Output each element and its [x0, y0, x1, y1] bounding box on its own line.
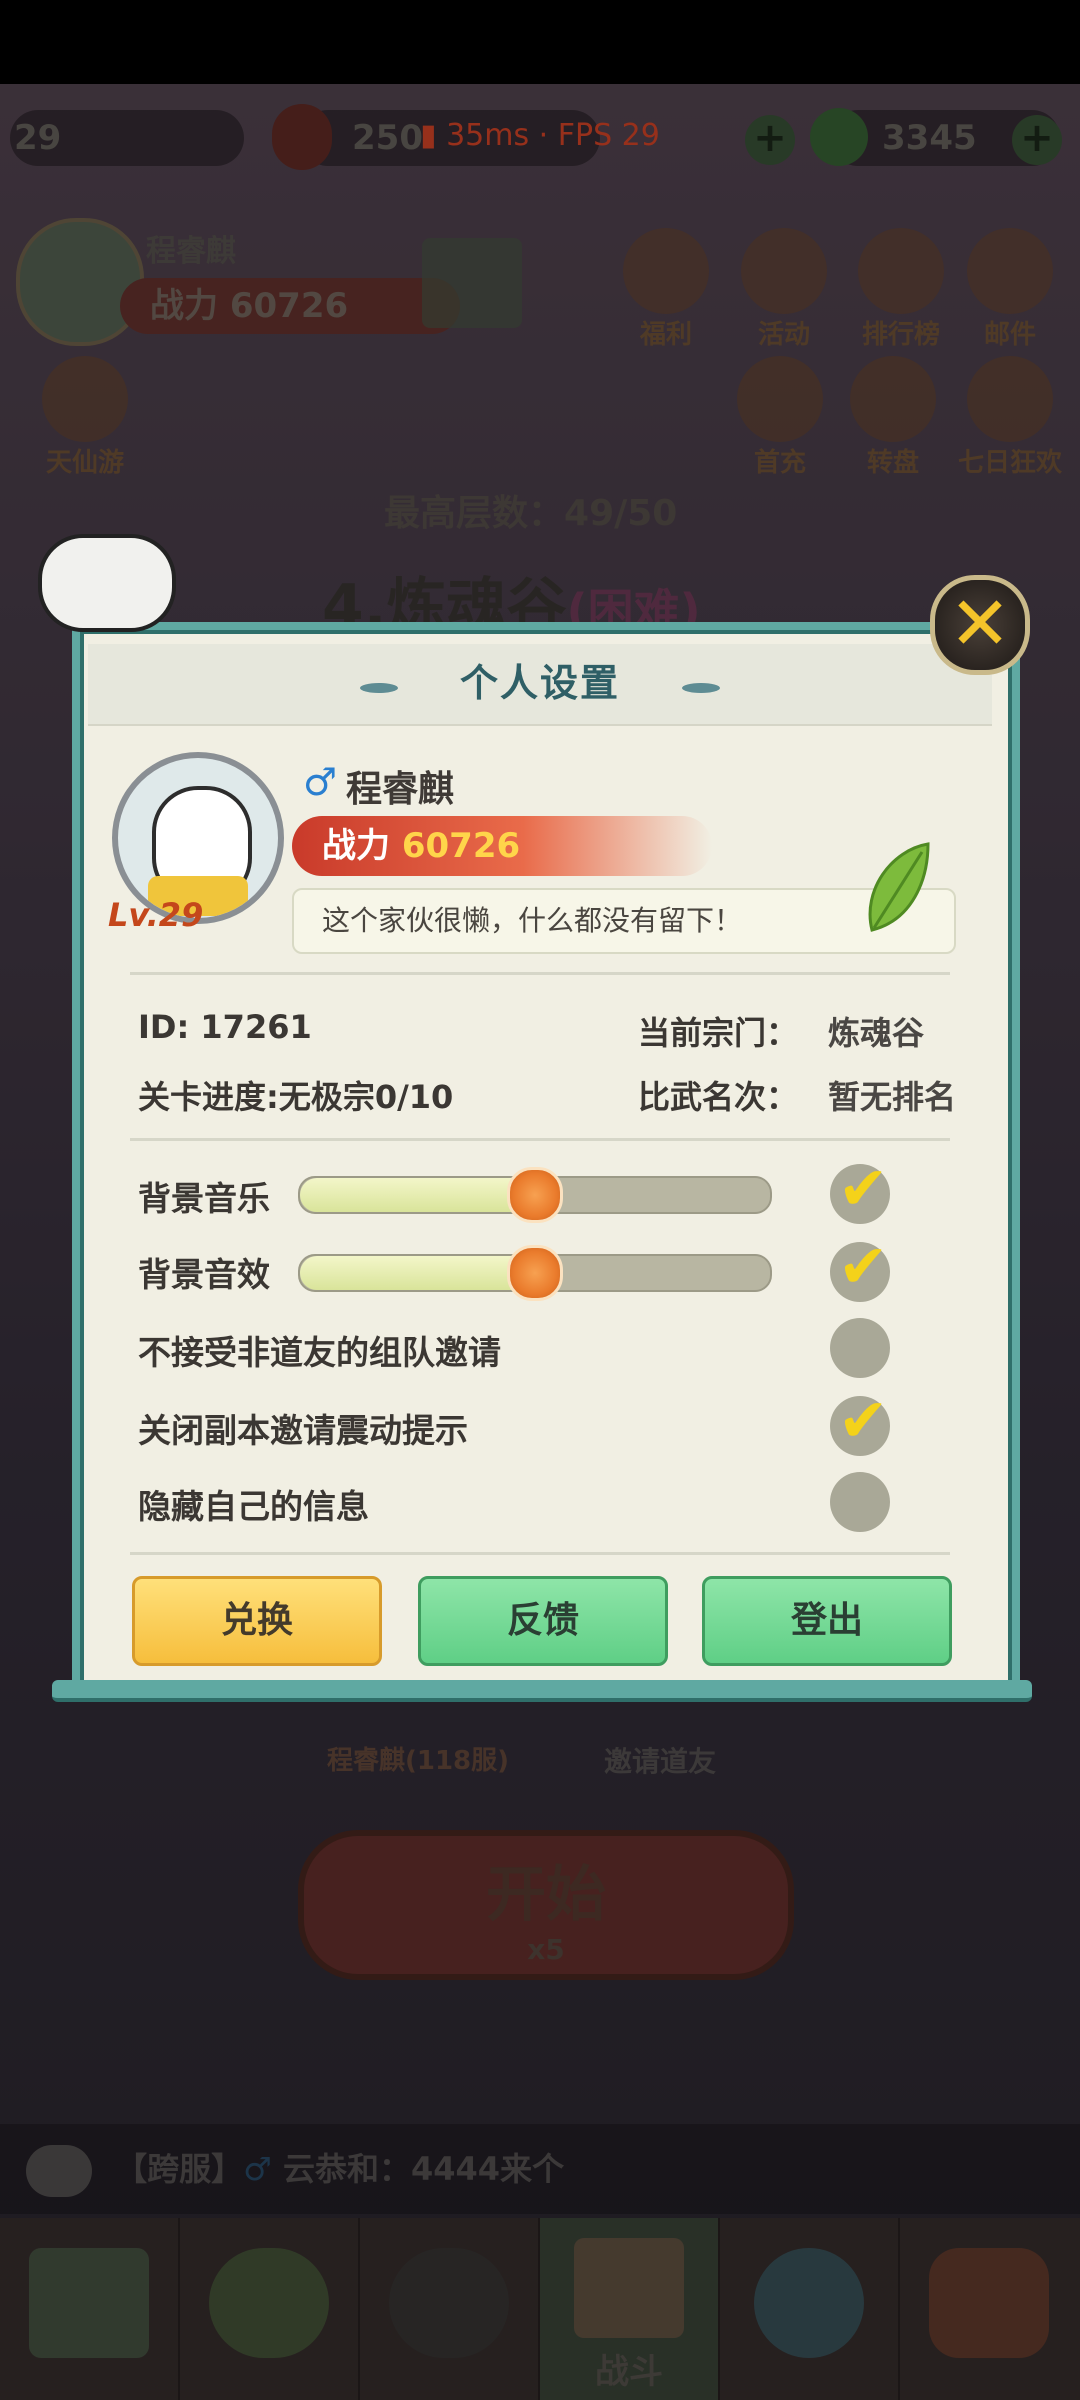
sfx-checkbox[interactable]: ✔ [830, 1232, 890, 1302]
profile-power-value: 60726 [401, 826, 521, 866]
arena-rank: 比武名次： [638, 1072, 798, 1118]
close-button[interactable]: ✕ [930, 575, 1030, 675]
rank-label: 比武名次： [638, 1078, 799, 1116]
logout-button[interactable]: 登出 [702, 1576, 952, 1666]
music-slider-knob[interactable] [507, 1167, 563, 1223]
panda-mascot [38, 534, 176, 632]
divider-middle [130, 1138, 950, 1141]
disable-vibration-label: 关闭副本邀请震动提示 [138, 1411, 468, 1450]
divider-bottom [130, 1552, 950, 1555]
leaf-edit-icon[interactable] [862, 840, 932, 936]
feedback-button[interactable]: 反馈 [418, 1576, 668, 1666]
hide-info-label: 隐藏自己的信息 [138, 1487, 369, 1526]
music-checkbox[interactable]: ✔ [830, 1154, 890, 1224]
checkmark-icon: ✔ [838, 1232, 889, 1302]
close-icon: ✕ [948, 581, 1011, 667]
status-bar [0, 0, 1080, 84]
sfx-slider-knob[interactable] [507, 1245, 563, 1301]
id-label: ID: [138, 1008, 190, 1046]
stage-progress: 关卡进度:无极宗0/10 [138, 1072, 453, 1118]
rank-value: 暂无排名 [828, 1078, 957, 1116]
music-slider-fill [300, 1178, 535, 1212]
player-id: ID: 17261 [138, 1008, 312, 1046]
sect-label: 当前宗门： [638, 1014, 799, 1052]
current-sect: 当前宗门： [638, 1008, 798, 1054]
sect-value: 炼魂谷 [828, 1014, 925, 1052]
level-label: Lv.29 [108, 896, 204, 934]
sfx-label: 背景音效 [138, 1255, 270, 1294]
hide-info-checkbox[interactable] [830, 1472, 890, 1532]
divider-top [130, 972, 950, 975]
signature-text: 这个家伙很懒，什么都没有留下！ [322, 904, 743, 937]
profile-power-label: 战力 [322, 826, 390, 866]
progress-label: 关卡进度: [138, 1078, 279, 1116]
progress-value: 无极宗0/10 [278, 1078, 454, 1116]
reject-team-invite-checkbox[interactable] [830, 1318, 890, 1378]
panel-title: 个人设置 [459, 661, 620, 705]
reject-team-invite-label: 不接受非道友的组队邀请 [138, 1333, 501, 1372]
id-value: 17261 [200, 1008, 312, 1046]
disable-vibration-checkbox[interactable]: ✔ [830, 1386, 890, 1456]
panel-bottom-edge [52, 1680, 1032, 1702]
music-label: 背景音乐 [138, 1179, 270, 1218]
signature-box[interactable]: 这个家伙很懒，什么都没有留下！ [292, 888, 956, 954]
sfx-slider-fill [300, 1256, 535, 1290]
checkmark-icon: ✔ [838, 1154, 889, 1224]
exchange-button[interactable]: 兑换 [132, 1576, 382, 1666]
profile-power: 战力 60726 [292, 816, 712, 876]
male-gender-icon: ♂ [303, 760, 338, 804]
profile-name: 程睿麒 [346, 769, 455, 810]
checkmark-icon: ✔ [838, 1386, 889, 1456]
